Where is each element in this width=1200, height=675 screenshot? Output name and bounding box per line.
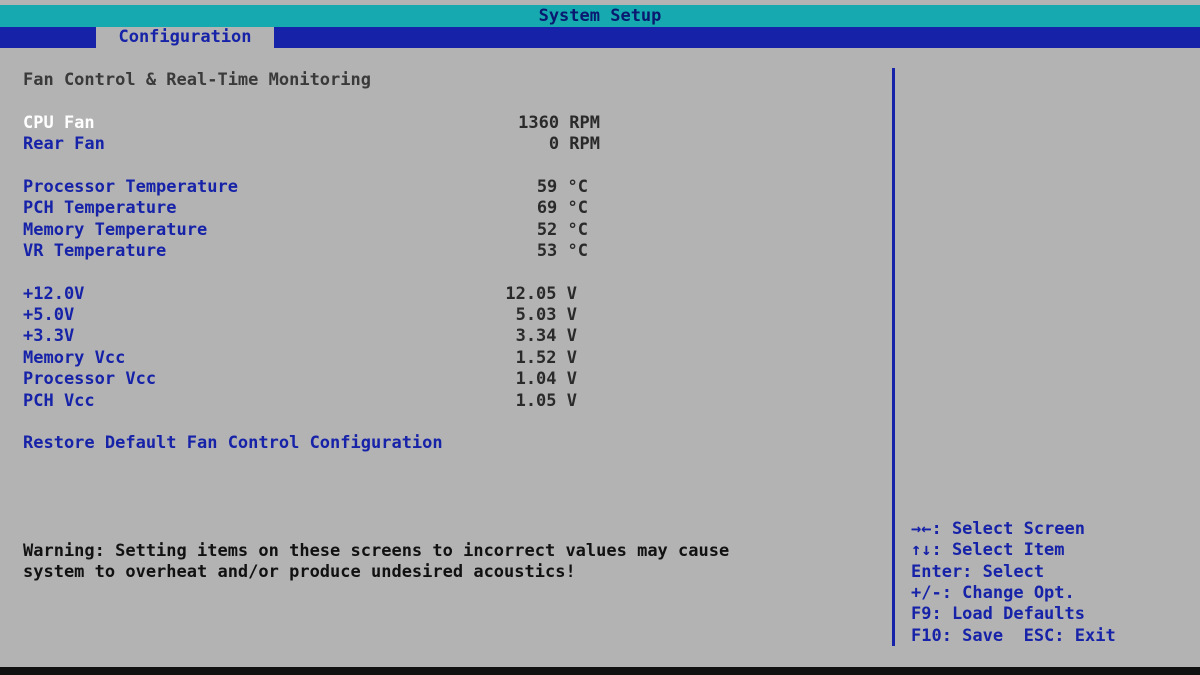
warning-line-2: system to overheat and/or produce undesi… xyxy=(23,562,576,582)
help-save-exit: F10: Save ESC: Exit xyxy=(911,626,1116,646)
voltage-3v3-label[interactable]: +3.3V xyxy=(23,326,74,346)
help-change-option: +/-: Change Opt. xyxy=(911,583,1075,603)
help-enter-select: Enter: Select xyxy=(911,562,1045,582)
tab-bar: Configuration xyxy=(0,27,1200,48)
vr-temperature-value: 53 °C xyxy=(536,241,588,261)
rear-fan-label[interactable]: Rear Fan xyxy=(23,134,105,154)
memory-vcc-value: 1.52 V xyxy=(515,348,577,368)
voltage-5v-value: 5.03 V xyxy=(515,305,577,325)
processor-temperature-value: 59 °C xyxy=(536,177,588,197)
vr-temperature-label[interactable]: VR Temperature xyxy=(23,241,166,261)
memory-temperature-label[interactable]: Memory Temperature xyxy=(23,220,207,240)
rear-fan-value: 0 RPM xyxy=(548,134,600,154)
pch-temperature-label[interactable]: PCH Temperature xyxy=(23,198,177,218)
pch-vcc-label[interactable]: PCH Vcc xyxy=(23,391,95,411)
bios-screen: System Setup Configuration Fan Control &… xyxy=(0,0,1200,667)
processor-temperature-label[interactable]: Processor Temperature xyxy=(23,177,238,197)
processor-vcc-value: 1.04 V xyxy=(515,369,577,389)
memory-vcc-label[interactable]: Memory Vcc xyxy=(23,348,125,368)
voltage-12v-label[interactable]: +12.0V xyxy=(23,284,84,304)
section-heading: Fan Control & Real-Time Monitoring xyxy=(23,70,371,90)
panel-divider xyxy=(892,68,895,646)
cpu-fan-label[interactable]: CPU Fan xyxy=(23,113,95,133)
voltage-5v-label[interactable]: +5.0V xyxy=(23,305,74,325)
voltage-12v-value: 12.05 V xyxy=(505,284,577,304)
window-title: System Setup xyxy=(0,5,1200,27)
processor-vcc-label[interactable]: Processor Vcc xyxy=(23,369,156,389)
pch-vcc-value: 1.05 V xyxy=(515,391,577,411)
cpu-fan-value: 1360 RPM xyxy=(518,113,600,133)
memory-temperature-value: 52 °C xyxy=(536,220,588,240)
tab-configuration[interactable]: Configuration xyxy=(96,27,274,48)
help-select-screen: →←: Select Screen xyxy=(911,519,1085,539)
voltage-3v3-value: 3.34 V xyxy=(515,326,577,346)
pch-temperature-value: 69 °C xyxy=(536,198,588,218)
help-select-item: ↑↓: Select Item xyxy=(911,540,1065,560)
help-load-defaults: F9: Load Defaults xyxy=(911,604,1085,624)
warning-line-1: Warning: Setting items on these screens … xyxy=(23,541,730,561)
restore-defaults-item[interactable]: Restore Default Fan Control Configuratio… xyxy=(23,433,443,453)
